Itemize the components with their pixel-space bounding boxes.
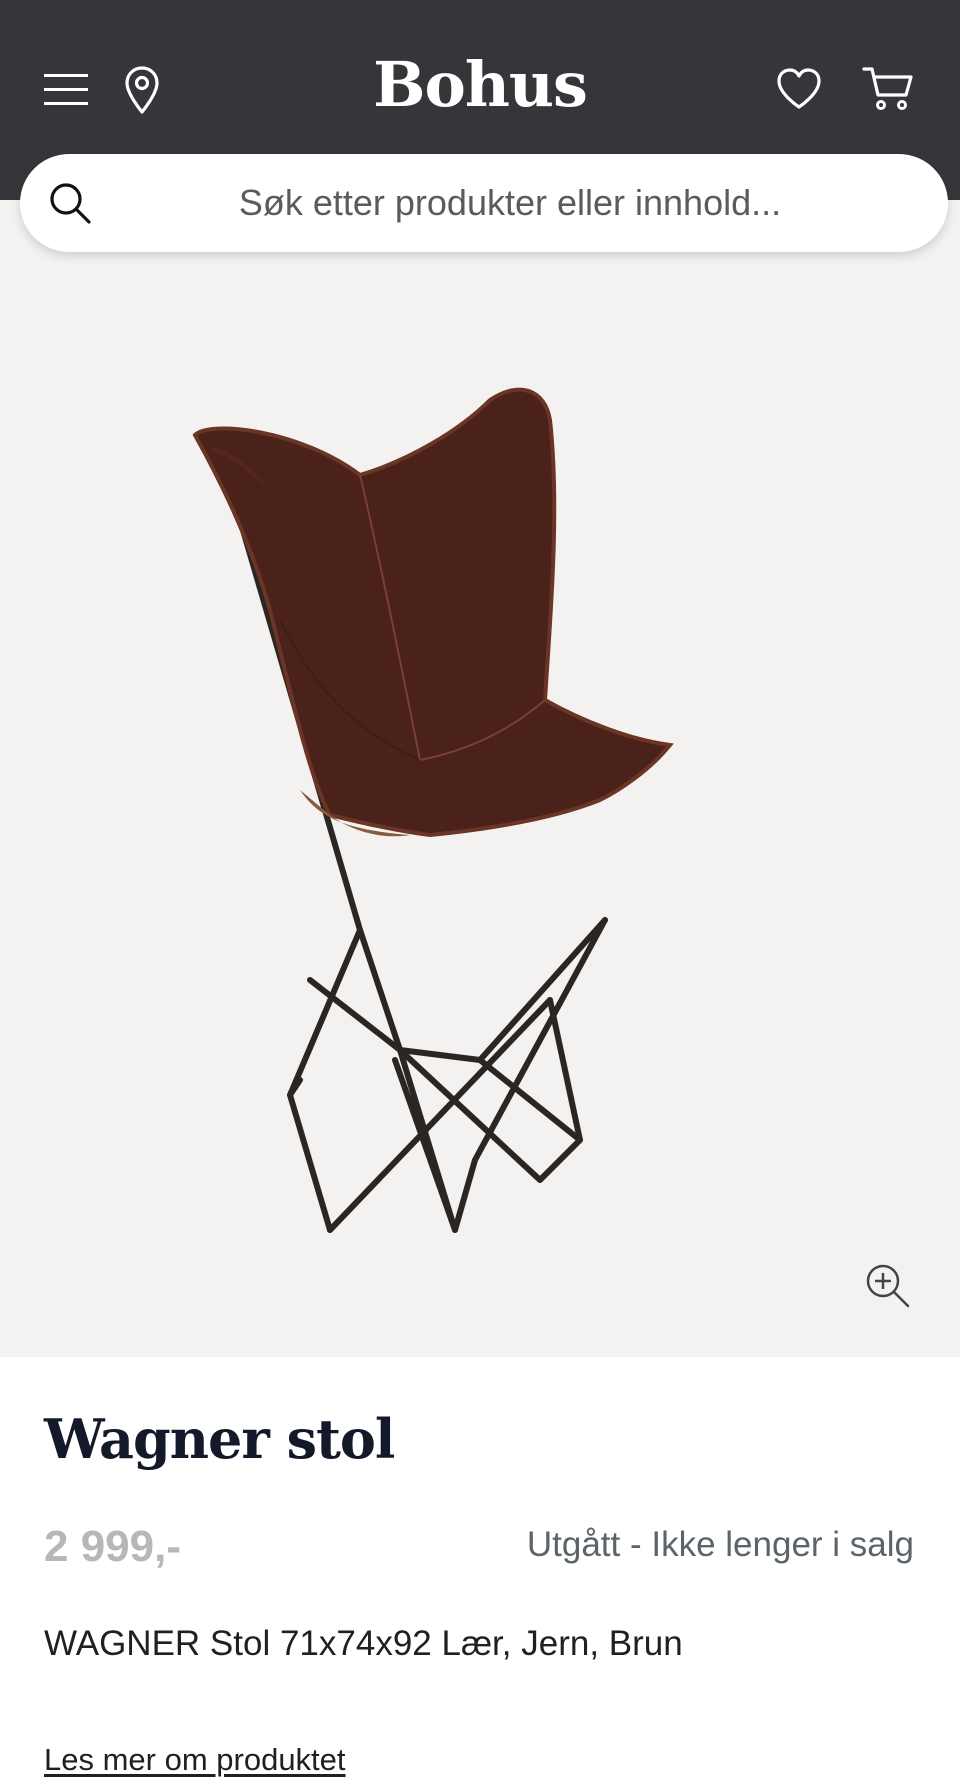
store-locator-button[interactable] <box>116 60 168 120</box>
product-description: WAGNER Stol 71x74x92 Lær, Jern, Brun <box>44 1624 683 1663</box>
wishlist-button[interactable] <box>770 58 828 120</box>
location-pin-icon <box>125 66 159 114</box>
product-details: Wagner stol 2 999,- Utgått - Ikke lenger… <box>0 1357 960 1785</box>
zoom-in-icon <box>866 1264 910 1308</box>
read-more-link[interactable]: Les mer om produktet <box>44 1742 346 1778</box>
search-bar <box>20 154 948 252</box>
cart-icon <box>862 67 913 110</box>
product-main-image[interactable] <box>150 360 810 1290</box>
search-input[interactable] <box>130 178 890 228</box>
product-gallery <box>0 200 960 1511</box>
butterfly-chair-image <box>192 387 674 1233</box>
menu-button[interactable] <box>38 60 94 120</box>
menu-icon <box>44 74 88 105</box>
heart-icon <box>777 68 821 109</box>
cart-button[interactable] <box>856 58 920 120</box>
site-logo[interactable]: Bohus <box>330 48 630 121</box>
search-icon <box>50 183 91 224</box>
product-title: Wagner stol <box>44 1407 395 1471</box>
zoom-button[interactable] <box>862 1260 916 1314</box>
product-price: 2 999,- <box>44 1522 181 1571</box>
availability-status: Utgått - Ikke lenger i salg <box>526 1525 914 1564</box>
